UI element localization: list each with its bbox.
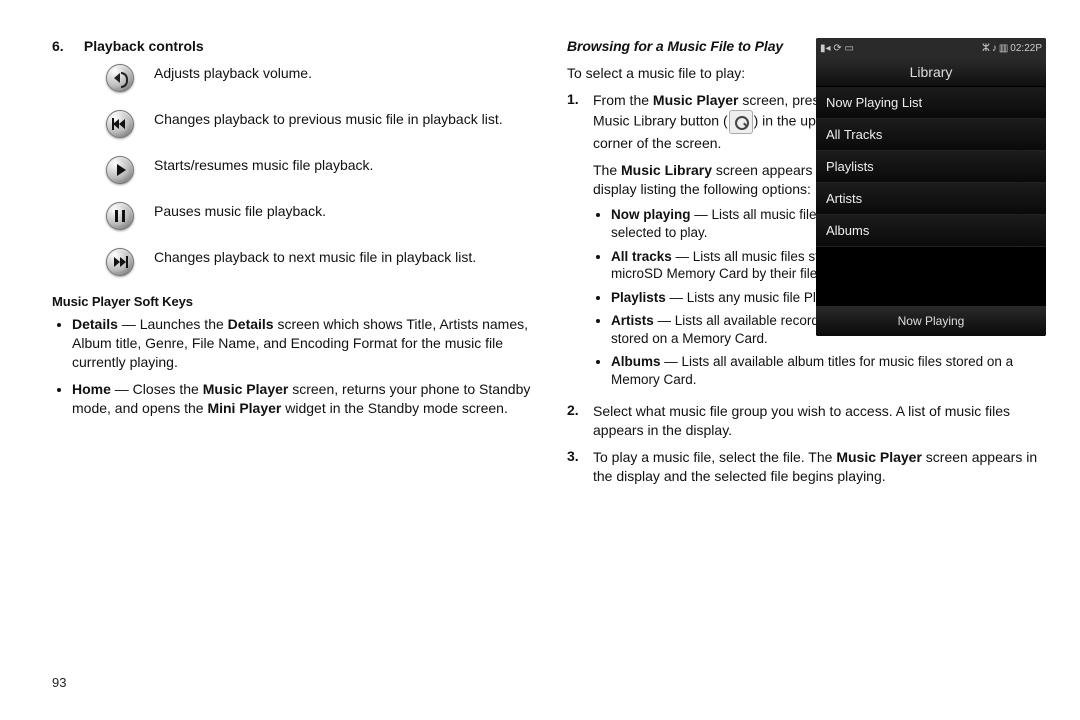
bt-icon: ⵣ <box>982 43 990 54</box>
term: Music Player <box>203 381 289 397</box>
library-screenshot: ▮◂ ⟳ ▭ ⵣ♪▥02:22P Library Now Playing Lis… <box>816 38 1046 336</box>
control-desc: Changes playback to next music file in p… <box>140 248 476 267</box>
clock-text: 02:22P <box>1010 43 1042 54</box>
text: From the <box>593 92 653 108</box>
term: Music Library <box>621 162 712 178</box>
term: Details <box>228 316 274 332</box>
section-title: Playback controls <box>84 38 204 54</box>
library-title: Library <box>816 58 1046 87</box>
softkeys-list: Details — Launches the Details screen wh… <box>72 315 531 417</box>
step-number: 2. <box>567 402 593 440</box>
music-note-icon: ♪ <box>992 43 997 54</box>
term: Music Player <box>653 92 739 108</box>
control-desc: Changes playback to previous music file … <box>140 110 503 129</box>
sync-icon: ⟳ <box>833 43 841 54</box>
library-item-all-tracks[interactable]: All Tracks <box>816 119 1046 151</box>
term: Music Player <box>836 449 922 465</box>
step-number: 3. <box>567 448 593 486</box>
card-icon: ▭ <box>844 43 853 54</box>
term: All tracks <box>611 249 672 264</box>
list-item: Details — Launches the Details screen wh… <box>72 315 531 372</box>
term: Details <box>72 316 118 332</box>
text: widget in the Standby mode screen. <box>281 400 507 416</box>
next-icon <box>106 248 134 276</box>
list-item: 2. Select what music file group you wish… <box>567 402 1046 440</box>
text: The <box>593 162 621 178</box>
term: Albums <box>611 354 661 369</box>
text: — Closes the <box>111 381 203 397</box>
volume-icon <box>106 64 134 92</box>
battery-icon: ▥ <box>999 43 1008 54</box>
pause-icon <box>106 202 134 230</box>
library-item-now-playing-list[interactable]: Now Playing List <box>816 87 1046 119</box>
term: Home <box>72 381 111 397</box>
text: — Launches the <box>118 316 228 332</box>
text: To play a music file, select the file. T… <box>593 449 836 465</box>
term: Now playing <box>611 207 691 222</box>
list-item: 3. To play a music file, select the file… <box>567 448 1046 486</box>
previous-icon <box>106 110 134 138</box>
library-item-albums[interactable]: Albums <box>816 215 1046 247</box>
control-desc: Adjusts playback volume. <box>140 64 312 83</box>
control-desc: Starts/resumes music file playback. <box>140 156 373 175</box>
page-number: 93 <box>52 675 66 690</box>
softkeys-heading: Music Player Soft Keys <box>52 294 531 309</box>
magnifier-icon <box>729 110 753 134</box>
text: — Lists all available album titles for m… <box>611 354 1013 387</box>
library-list: Now Playing List All Tracks Playlists Ar… <box>816 87 1046 247</box>
list-item: Albums — Lists all available album title… <box>611 353 1046 388</box>
status-bar: ▮◂ ⟳ ▭ ⵣ♪▥02:22P <box>816 38 1046 58</box>
term: Artists <box>611 313 654 328</box>
term: Playlists <box>611 290 666 305</box>
signal-icon: ▮◂ <box>820 43 831 54</box>
section-heading: 6. Playback controls <box>52 38 531 54</box>
term: Mini Player <box>207 400 281 416</box>
library-item-playlists[interactable]: Playlists <box>816 151 1046 183</box>
list-item: Home — Closes the Music Player screen, r… <box>72 380 531 418</box>
text: Select what music file group you wish to… <box>593 402 1046 440</box>
library-item-artists[interactable]: Artists <box>816 183 1046 215</box>
now-playing-softkey[interactable]: Now Playing <box>816 306 1046 336</box>
section-number: 6. <box>52 38 80 54</box>
playback-controls-table: Adjusts playback volume. Changes playbac… <box>100 64 531 276</box>
play-icon <box>106 156 134 184</box>
step-number: 1. <box>567 91 593 394</box>
control-desc: Pauses music file playback. <box>140 202 326 221</box>
